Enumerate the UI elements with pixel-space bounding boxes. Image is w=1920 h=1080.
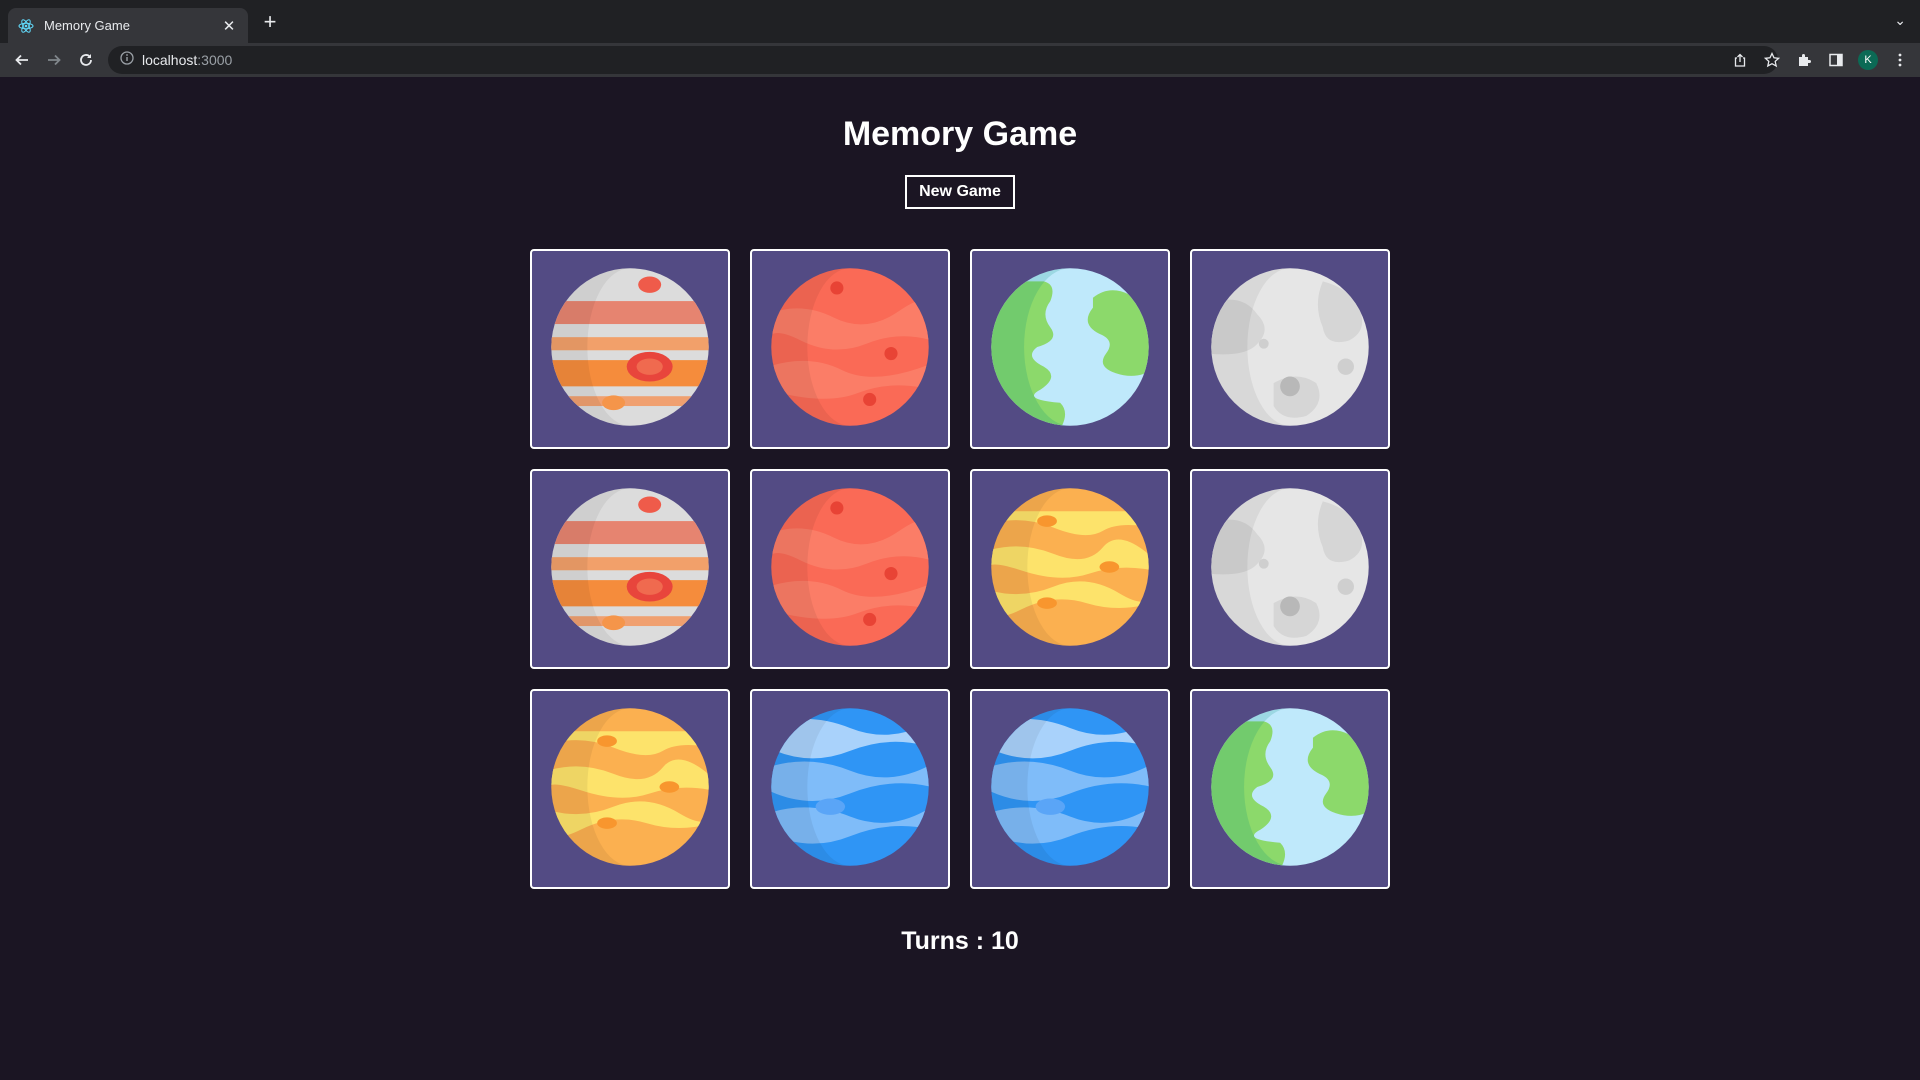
- menu-kebab-icon[interactable]: [1884, 46, 1916, 74]
- turns-counter: Turns : 10: [0, 927, 1920, 956]
- url-port: :3000: [197, 52, 233, 68]
- venus-planet-icon: [548, 705, 712, 874]
- url-host: localhost: [142, 52, 198, 68]
- card[interactable]: [1190, 249, 1390, 449]
- jupiter-planet-icon: [548, 265, 712, 434]
- share-icon[interactable]: [1724, 46, 1756, 74]
- jupiter-planet-icon: [548, 485, 712, 654]
- react-icon: [18, 18, 34, 34]
- new-game-button[interactable]: New Game: [905, 175, 1015, 209]
- card[interactable]: [530, 249, 730, 449]
- card[interactable]: [750, 249, 950, 449]
- back-icon[interactable]: [6, 46, 38, 74]
- moon-planet-icon: [1208, 265, 1372, 434]
- browser-tab[interactable]: Memory Game ✕: [8, 8, 248, 43]
- earth-planet-icon: [1208, 705, 1372, 874]
- card[interactable]: [530, 469, 730, 669]
- neptune-planet-icon: [768, 705, 932, 874]
- side-panel-icon[interactable]: [1820, 46, 1852, 74]
- card[interactable]: [970, 469, 1170, 669]
- earth-planet-icon: [988, 265, 1152, 434]
- turns-value: 10: [991, 927, 1019, 955]
- extensions-icon[interactable]: [1788, 46, 1820, 74]
- card[interactable]: [1190, 469, 1390, 669]
- close-icon[interactable]: ✕: [220, 17, 238, 35]
- browser-toolbar: localhost:3000 K: [0, 43, 1920, 77]
- new-tab-icon[interactable]: +: [258, 10, 282, 34]
- reload-icon[interactable]: [70, 46, 102, 74]
- forward-icon[interactable]: [38, 46, 70, 74]
- tab-title: Memory Game: [44, 18, 130, 33]
- info-icon[interactable]: [120, 50, 134, 70]
- profile-avatar[interactable]: K: [1852, 46, 1884, 74]
- card[interactable]: [530, 689, 730, 889]
- card[interactable]: [750, 689, 950, 889]
- browser-tab-strip: Memory Game ✕ + ⌄: [0, 0, 1920, 43]
- page-content: Memory Game New Game Turns: 10: [0, 77, 1920, 1080]
- moon-planet-icon: [1208, 485, 1372, 654]
- page-title: Memory Game: [842, 115, 1078, 153]
- turns-label: Turns :: [901, 927, 991, 955]
- card[interactable]: [970, 689, 1170, 889]
- address-bar[interactable]: localhost:3000: [108, 46, 1778, 74]
- chevron-down-icon[interactable]: ⌄: [1894, 12, 1906, 29]
- mars-planet-icon: [768, 265, 932, 434]
- card[interactable]: [1190, 689, 1390, 889]
- bookmark-star-icon[interactable]: [1756, 46, 1788, 74]
- neptune-planet-icon: [988, 705, 1152, 874]
- card-grid: [530, 249, 1390, 889]
- card[interactable]: [750, 469, 950, 669]
- mars-planet-icon: [768, 485, 932, 654]
- venus-planet-icon: [988, 485, 1152, 654]
- card[interactable]: [970, 249, 1170, 449]
- avatar: K: [1858, 50, 1878, 70]
